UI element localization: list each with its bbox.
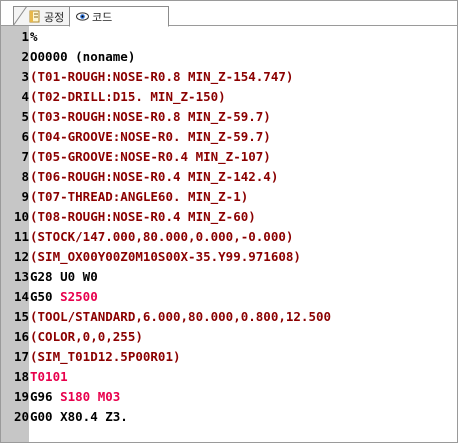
- code-token: (SIM_T01D12.5P00R01): [30, 349, 181, 364]
- line-number: 19: [13, 389, 29, 404]
- code-text: G50 S2500: [30, 287, 98, 307]
- line-number: 17: [13, 349, 29, 364]
- tab-process-label: 공정: [44, 10, 65, 24]
- line-number: 4: [21, 89, 29, 104]
- code-text: G28 U0 W0: [30, 267, 98, 287]
- code-editor-window: 공정 코드 1% 2 O0000 (noname) 3 (T01-ROUGH:NOSE-…: [0, 0, 458, 443]
- code-text: (TOOL/STANDARD,6.000,80.000,0.800,12.500: [30, 307, 331, 327]
- line-number: 16: [13, 329, 29, 344]
- code-text: G00 X80.4 Z3.: [30, 407, 128, 427]
- code-text: (STOCK/147.000,80.000,0.000,-0.000): [30, 227, 293, 247]
- code-line[interactable]: 17 (SIM_T01D12.5P00R01): [1, 347, 457, 367]
- code-token: (SIM_OX00Y00Z0M10S00X-35.Y99.971608): [30, 249, 301, 264]
- tab-code[interactable]: 코드: [69, 6, 169, 27]
- code-token: G96: [30, 389, 61, 404]
- line-number: 18: [13, 369, 29, 384]
- code-text: %: [30, 27, 38, 47]
- code-token: (T02-DRILL:D15. MIN_Z-150): [30, 89, 226, 104]
- code-text: O0000 (noname): [30, 47, 135, 67]
- line-number: 8: [21, 169, 29, 184]
- code-line[interactable]: 11 (STOCK/147.000,80.000,0.000,-0.000): [1, 227, 457, 247]
- code-line[interactable]: 5 (T03-ROUGH:NOSE-R0.8 MIN_Z-59.7): [1, 107, 457, 127]
- code-token: G00 X80.4 Z3.: [30, 409, 128, 424]
- code-token: (T08-ROUGH:NOSE-R0.4 MIN_Z-60): [30, 209, 256, 224]
- code-view[interactable]: 1% 2 O0000 (noname) 3 (T01-ROUGH:NOSE-R0.8 M…: [1, 26, 457, 442]
- code-token: (TOOL/STANDARD,6.000,80.000,0.800,12.500: [30, 309, 332, 324]
- eye-icon: [76, 10, 89, 23]
- line-number: 1: [21, 29, 29, 44]
- code-text: (T08-ROUGH:NOSE-R0.4 MIN_Z-60): [30, 207, 256, 227]
- code-line[interactable]: 8 (T06-ROUGH:NOSE-R0.4 MIN_Z-142.4): [1, 167, 457, 187]
- code-line[interactable]: 12 (SIM_OX00Y00Z0M10S00X-35.Y99.971608): [1, 247, 457, 267]
- line-number: 13: [13, 269, 29, 284]
- tab-slant-decoration: [13, 6, 27, 26]
- line-number: 7: [21, 149, 29, 164]
- line-number: 2: [21, 49, 29, 64]
- code-line[interactable]: 7 (T05-GROOVE:NOSE-R0.4 MIN_Z-107): [1, 147, 457, 167]
- code-text: (T06-ROUGH:NOSE-R0.4 MIN_Z-142.4): [30, 167, 278, 187]
- code-line[interactable]: 14 G50 S2500: [1, 287, 457, 307]
- code-text: G96 S180 M03: [30, 387, 120, 407]
- line-number: 12: [13, 249, 29, 264]
- code-line[interactable]: 10 (T08-ROUGH:NOSE-R0.4 MIN_Z-60): [1, 207, 457, 227]
- code-token: O0000 (noname): [30, 49, 136, 64]
- line-number: 10: [13, 209, 29, 224]
- code-text: (T03-ROUGH:NOSE-R0.8 MIN_Z-59.7): [30, 107, 271, 127]
- code-token: G50: [30, 289, 61, 304]
- code-line[interactable]: 15 (TOOL/STANDARD,6.000,80.000,0.800,12.5…: [1, 307, 457, 327]
- code-token: (T04-GROOVE:NOSE-R0. MIN_Z-59.7): [30, 129, 271, 144]
- code-line[interactable]: 13 G28 U0 W0: [1, 267, 457, 287]
- code-token: (STOCK/147.000,80.000,0.000,-0.000): [30, 229, 294, 244]
- code-line[interactable]: 4 (T02-DRILL:D15. MIN_Z-150): [1, 87, 457, 107]
- code-line[interactable]: 18 T0101: [1, 367, 457, 387]
- code-token: (T05-GROOVE:NOSE-R0.4 MIN_Z-107): [30, 149, 271, 164]
- document-icon: [28, 10, 41, 23]
- code-token: S180 M03: [60, 389, 121, 404]
- code-token: (T07-THREAD:ANGLE60. MIN_Z-1): [30, 189, 249, 204]
- code-text: (COLOR,0,0,255): [30, 327, 143, 347]
- line-number: 20: [13, 409, 29, 424]
- code-text: (SIM_OX00Y00Z0M10S00X-35.Y99.971608): [30, 247, 301, 267]
- code-token: (T01-ROUGH:NOSE-R0.8 MIN_Z-154.747): [30, 69, 294, 84]
- code-token: (T03-ROUGH:NOSE-R0.8 MIN_Z-59.7): [30, 109, 271, 124]
- code-text: (T02-DRILL:D15. MIN_Z-150): [30, 87, 226, 107]
- line-number: 14: [13, 289, 29, 304]
- code-line[interactable]: 9 (T07-THREAD:ANGLE60. MIN_Z-1): [1, 187, 457, 207]
- code-text: (T05-GROOVE:NOSE-R0.4 MIN_Z-107): [30, 147, 271, 167]
- code-text: (SIM_T01D12.5P00R01): [30, 347, 181, 367]
- code-token: T0101: [30, 369, 68, 384]
- code-token: G28 U0 W0: [30, 269, 98, 284]
- line-number: 6: [21, 129, 29, 144]
- code-line[interactable]: 16 (COLOR,0,0,255): [1, 327, 457, 347]
- line-number: 3: [21, 69, 29, 84]
- code-token: (COLOR,0,0,255): [30, 329, 143, 344]
- line-number: 11: [13, 229, 29, 244]
- code-line[interactable]: 3 (T01-ROUGH:NOSE-R0.8 MIN_Z-154.747): [1, 67, 457, 87]
- line-number: 5: [21, 109, 29, 124]
- code-line[interactable]: 2 O0000 (noname): [1, 47, 457, 67]
- tab-code-label: 코드: [92, 10, 113, 24]
- code-token: %: [30, 29, 38, 44]
- code-text: (T01-ROUGH:NOSE-R0.8 MIN_Z-154.747): [30, 67, 293, 87]
- code-token: S2500: [60, 289, 98, 304]
- code-line[interactable]: 20 G00 X80.4 Z3.: [1, 407, 457, 427]
- code-token: (T06-ROUGH:NOSE-R0.4 MIN_Z-142.4): [30, 169, 279, 184]
- code-text: T0101: [30, 367, 68, 387]
- code-text: (T04-GROOVE:NOSE-R0. MIN_Z-59.7): [30, 127, 271, 147]
- code-text: (T07-THREAD:ANGLE60. MIN_Z-1): [30, 187, 248, 207]
- code-line[interactable]: 19 G96 S180 M03: [1, 387, 457, 407]
- code-line[interactable]: 1%: [1, 27, 457, 47]
- line-number: 9: [21, 189, 29, 204]
- line-number: 15: [13, 309, 29, 324]
- tab-bar: 공정 코드: [1, 1, 457, 27]
- code-line[interactable]: 6 (T04-GROOVE:NOSE-R0. MIN_Z-59.7): [1, 127, 457, 147]
